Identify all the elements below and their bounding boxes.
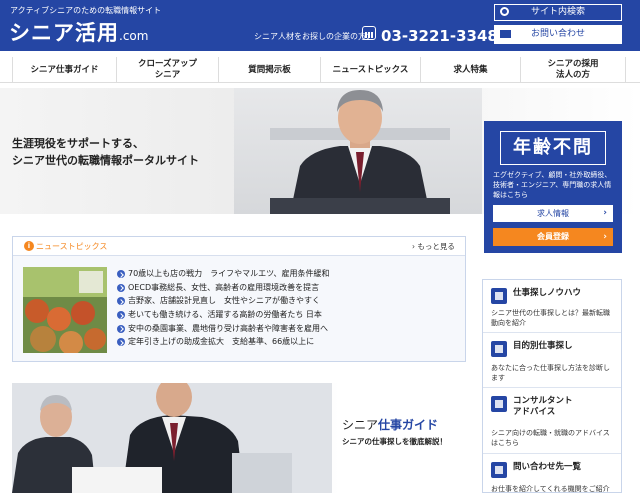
news-item[interactable]: 定年引き上げの助成金拡大 支給基準、66歳以上に [116, 335, 461, 349]
contact-button[interactable]: お問い合わせ [494, 25, 622, 44]
news-list: 70歳以上も店の戦力 ライフやマルエツ、雇用条件緩和 OECD事務総長、女性、高… [116, 267, 461, 349]
guide-title-a: シニア [342, 418, 379, 432]
nav-item-label: ニューストピックス [332, 64, 409, 75]
site-tagline: アクティブシニアのための転職情報サイト [10, 6, 162, 15]
hero-line-2: シニア世代の転職情報ポータルサイト [12, 154, 199, 167]
age-unrestricted-desc: エグゼクティブ、顧問・社外取締役、技術者・エンジニア、専門職の求人情報はこちら [493, 171, 612, 199]
age-unrestricted-title: 年齢不問 [500, 131, 606, 165]
news-item[interactable]: OECD事務総長、女性、高齢者の雇用環境改善を提言 [116, 281, 461, 295]
nav-item-label: クローズアップ シニア [137, 59, 198, 80]
side-item-desc: シニア世代の仕事探しとは？最新転職動向を紹介 [491, 309, 610, 327]
news-header: i ニューストピックス › もっと見る [13, 237, 465, 256]
side-item-title: 問い合わせ先一覧 [513, 462, 582, 472]
news-item[interactable]: 吉野家、店舗設計見直し 女性やシニアが働きやすく [116, 294, 461, 308]
phone-number[interactable]: 03-3221-3348 [381, 27, 498, 45]
news-item[interactable]: 安中の桑園事業、農地借り受け高齢者や障害者を雇用へ [116, 322, 461, 336]
meeting-illustration [12, 383, 332, 493]
people-icon [491, 396, 507, 412]
job-listings-label: 求人情報 [537, 209, 569, 218]
building-icon [491, 462, 507, 478]
hero-line-1: 生涯現役をサポートする、 [12, 137, 144, 150]
global-nav: シニア仕事ガイド クローズアップ シニア 質問掲示板 ニューストピックス 求人特… [0, 57, 640, 83]
nav-item-question-board[interactable]: 質問掲示板 [218, 57, 320, 83]
site-search-label: サイト内検索 [530, 7, 585, 17]
chevron-right-icon: › [603, 208, 607, 218]
job-listings-button[interactable]: 求人情報 › [493, 205, 613, 222]
guide-subtitle: シニアの仕事探しを徹底解説！ [342, 437, 447, 446]
nav-item-label: 求人特集 [453, 64, 488, 75]
side-item-title: 目的別仕事探し [513, 341, 573, 351]
side-item-desc: シニア向けの転職・就職のアドバイスはこちら [491, 429, 610, 447]
vegetables-photo [23, 267, 107, 353]
nav-item-label: 質問掲示板 [248, 64, 291, 75]
side-item-job-hunting-knowhow[interactable]: 仕事探しノウハウ シニア世代の仕事探しとは？最新転職動向を紹介 [483, 280, 621, 333]
side-item-title: コンサルタント アドバイス [513, 396, 573, 417]
mail-icon [500, 30, 511, 38]
contact-button-label: お問い合わせ [530, 29, 585, 39]
nav-item-job-guide[interactable]: シニア仕事ガイド [12, 57, 116, 83]
news-more-link[interactable]: › もっと見る [412, 241, 455, 252]
businessman-illustration [270, 90, 450, 214]
side-item-purpose-search[interactable]: 目的別仕事探し あなたに合った仕事探し方法を診断します [483, 333, 621, 388]
nav-item-news-topics[interactable]: ニューストピックス [320, 57, 420, 83]
nav-item-corporate[interactable]: シニアの採用 法人の方 [520, 57, 626, 83]
news-item[interactable]: 70歳以上も店の戦力 ライフやマルエツ、雇用条件緩和 [116, 267, 461, 281]
corporate-contact-label: シニア人材をお探しの企業の方： [254, 32, 374, 41]
side-item-title: 仕事探しノウハウ [513, 288, 582, 298]
news-item[interactable]: 老いても働き続ける、活躍する高齢の労働者たち 日本 [116, 308, 461, 322]
age-unrestricted-panel: 年齢不問 エグゼクティブ、顧問・社外取締役、技術者・エンジニア、専門職の求人情報… [484, 121, 622, 253]
member-register-button[interactable]: 会員登録 › [493, 228, 613, 246]
side-item-desc: お仕事を紹介してくれる機関をご紹介 [491, 485, 610, 493]
site-logo[interactable]: シニア活用.com [9, 17, 148, 47]
member-register-label: 会員登録 [537, 232, 569, 241]
senior-job-guide-banner[interactable]: シニア仕事ガイド シニアの仕事探しを徹底解説！ [12, 383, 466, 493]
nav-item-job-feature[interactable]: 求人特集 [420, 57, 520, 83]
news-title: ニューストピックス [36, 242, 108, 251]
logo-domain: .com [119, 29, 149, 43]
hero-text: 生涯現役をサポートする、 シニア世代の転職情報ポータルサイト [12, 135, 199, 169]
site-header: アクティブシニアのための転職情報サイト シニア活用.com シニア人材をお探しの… [0, 0, 640, 51]
site-search-button[interactable]: サイト内検索 [494, 4, 622, 21]
news-more-label: もっと見る [417, 242, 455, 251]
guide-title: シニア仕事ガイド [342, 416, 438, 433]
vegetables-illustration [23, 267, 107, 353]
nav-item-label: シニア仕事ガイド [30, 64, 99, 75]
logo-main: シニア活用 [9, 21, 119, 45]
side-item-contact-list[interactable]: 問い合わせ先一覧 お仕事を紹介してくれる機関をご紹介 [483, 454, 621, 493]
side-item-consultant-advice[interactable]: コンサルタント アドバイス シニア向けの転職・就職のアドバイスはこちら [483, 388, 621, 454]
chevron-right-icon: › [603, 232, 607, 242]
nav-item-label: シニアの採用 法人の方 [547, 59, 599, 80]
nav-item-closeup-senior[interactable]: クローズアップ シニア [116, 57, 218, 83]
search-icon [500, 7, 509, 16]
search-icon [491, 341, 507, 357]
info-icon: i [24, 241, 34, 251]
side-menu: 仕事探しノウハウ シニア世代の仕事探しとは？最新転職動向を紹介 目的別仕事探し … [482, 279, 622, 493]
guide-title-b: 仕事ガイド [378, 418, 439, 432]
phone-icon [362, 26, 376, 40]
hero-photo [234, 88, 482, 214]
side-item-desc: あなたに合った仕事探し方法を診断します [491, 364, 610, 382]
document-icon [491, 288, 507, 304]
news-topics-panel: i ニューストピックス › もっと見る 70歳以上も店の戦力 ライフやマルエツ、… [12, 236, 466, 362]
